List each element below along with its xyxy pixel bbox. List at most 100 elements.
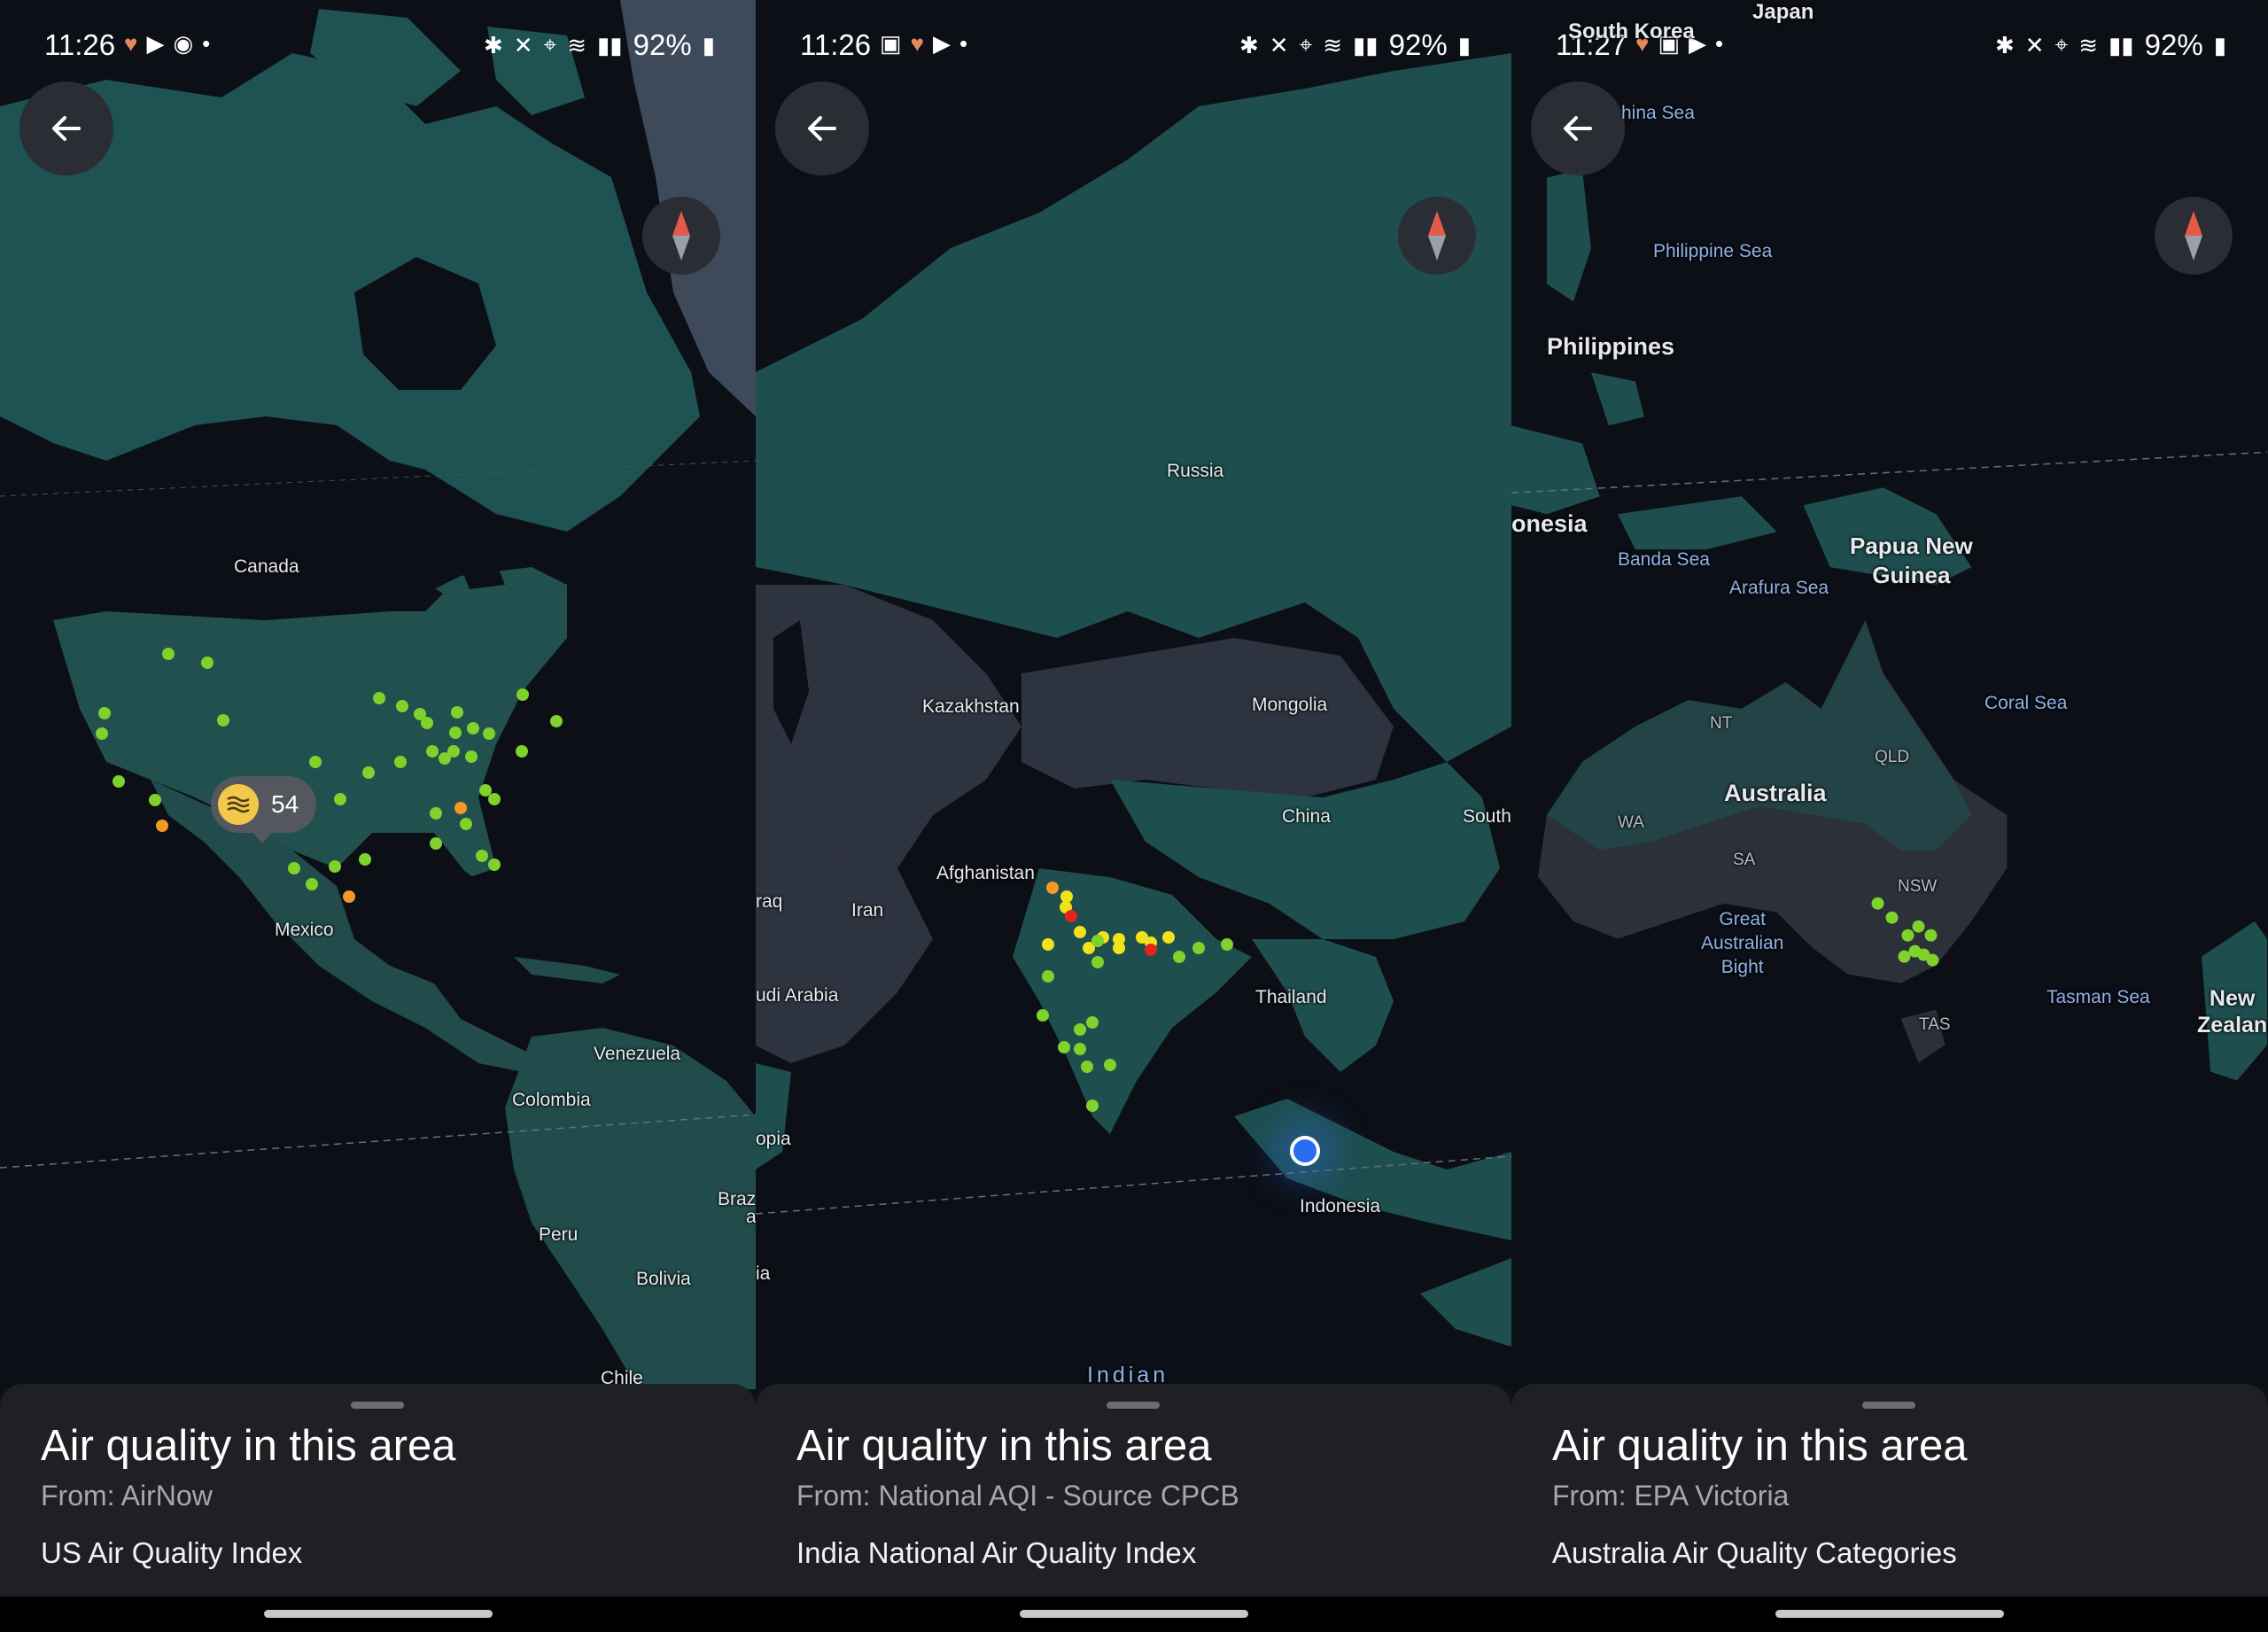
- home-indicator[interactable]: [1020, 1610, 1248, 1618]
- map-label-indonesia: Indonesia: [1300, 1196, 1381, 1216]
- index-name[interactable]: Australia Air Quality Categories: [1552, 1536, 1957, 1570]
- map-label-south: South: [1463, 806, 1511, 827]
- bottom-sheet[interactable]: Air quality in this area From: AirNow US…: [0, 1384, 756, 1597]
- map-label-nsw: NSW: [1898, 877, 1938, 896]
- map-label-south-korea: South Korea: [1568, 19, 1695, 43]
- drag-handle[interactable]: [1862, 1402, 1915, 1409]
- back-button[interactable]: [19, 82, 113, 175]
- map-label-new-zealand: New Zealan: [2197, 986, 2268, 1037]
- aqi-value: 54: [271, 790, 299, 818]
- map-label-indonesia: onesia: [1511, 510, 1588, 537]
- back-button[interactable]: [1531, 82, 1625, 175]
- bluetooth-icon: ✱: [483, 31, 503, 58]
- arrow-left-icon: [52, 116, 81, 141]
- map-label-china-sea: hina Sea: [1621, 103, 1695, 123]
- map-label-bolivia: Bolivia: [636, 1269, 691, 1289]
- battery-icon: ▮: [2213, 31, 2226, 58]
- location-icon: ⌖: [1299, 31, 1313, 58]
- map-label-kazakhstan: Kazakhstan: [922, 696, 1020, 717]
- battery-icon: ▮: [702, 31, 715, 58]
- dot-icon: •: [202, 30, 211, 57]
- map-label-philippines: Philippines: [1547, 333, 1675, 360]
- map-label-china: China: [1282, 806, 1331, 827]
- gesture-nav-bar: [0, 1597, 756, 1632]
- map-label-peru: Peru: [539, 1224, 579, 1245]
- sheet-title: Air quality in this area: [41, 1422, 456, 1470]
- map-label-saudi-arabia: udi Arabia: [756, 985, 839, 1006]
- map-label-nt: NT: [1710, 714, 1733, 733]
- home-indicator[interactable]: [264, 1610, 493, 1618]
- image-icon: ▣: [880, 30, 902, 57]
- map-label-qld: QLD: [1875, 748, 1910, 766]
- wifi-icon: ≋: [1323, 31, 1342, 58]
- wifi-icon: ≋: [567, 31, 586, 58]
- map-canvas[interactable]: [1511, 0, 2267, 1389]
- bottom-sheet[interactable]: Air quality in this area From: EPA Victo…: [1511, 1384, 2268, 1597]
- compass-button[interactable]: [642, 197, 720, 275]
- battery-level: 92%: [2144, 28, 2203, 61]
- map-label-mexico: Mexico: [275, 920, 334, 940]
- map-label-tas: TAS: [1919, 1015, 1951, 1034]
- map-label-canada: Canada: [234, 556, 299, 577]
- current-location-dot: [1290, 1136, 1320, 1166]
- status-right: ✱ ✕ ⌖ ≋ ▮▮ 92% ▮: [1239, 28, 1471, 62]
- home-indicator[interactable]: [1775, 1610, 2004, 1618]
- compass-button[interactable]: [1398, 197, 1476, 275]
- battery-icon: ▮: [1457, 31, 1471, 58]
- status-right: ✱ ✕ ⌖ ≋ ▮▮ 92% ▮: [1995, 28, 2226, 62]
- back-button[interactable]: [775, 82, 869, 175]
- gesture-nav-bar: [756, 1597, 1511, 1632]
- bottom-sheet[interactable]: Air quality in this area From: National …: [756, 1384, 1511, 1597]
- map-label-banda-sea: Banda Sea: [1618, 549, 1710, 570]
- compass-icon: [2185, 211, 2202, 260]
- map-label-japan: Japan: [1752, 0, 1814, 24]
- status-time: 11:26: [44, 28, 116, 61]
- index-name[interactable]: India National Air Quality Index: [796, 1536, 1196, 1570]
- map-panel-asia[interactable]: 11:26 ▣ ♥ ▶ • ✱ ✕ ⌖ ≋ ▮▮ 92% ▮ Russia Ka…: [756, 0, 1511, 1632]
- map-canvas[interactable]: [0, 0, 756, 1389]
- status-bar: 11:26 ▣ ♥ ▶ • ✱ ✕ ⌖ ≋ ▮▮ 92% ▮: [756, 25, 1511, 64]
- map-label-wa: WA: [1618, 813, 1644, 832]
- heart-icon: ♥: [910, 30, 925, 57]
- arrow-left-icon: [1564, 116, 1592, 141]
- map-label-opia: opia: [756, 1129, 791, 1149]
- status-time: 11:26: [800, 28, 872, 61]
- compass-icon: [672, 211, 690, 260]
- map-label-tasman-sea: Tasman Sea: [2047, 987, 2150, 1007]
- location-icon: ⌖: [543, 31, 557, 58]
- map-label-ia: ia: [756, 1263, 771, 1284]
- wifi-icon: ≋: [2078, 31, 2098, 58]
- mute-icon: ✕: [2024, 31, 2045, 58]
- index-name[interactable]: US Air Quality Index: [41, 1536, 302, 1570]
- bluetooth-icon: ✱: [1994, 31, 2015, 58]
- compass-button[interactable]: [2155, 197, 2233, 275]
- heart-icon: ♥: [124, 30, 138, 57]
- notification-icons: ♥ ▶ ◉ •: [124, 30, 210, 58]
- map-label-coral-sea: Coral Sea: [1984, 693, 2068, 713]
- map-label-mongolia: Mongolia: [1252, 695, 1328, 715]
- map-label-great-australian-bight: Great Australian Bight: [1701, 909, 1784, 977]
- dot-icon: •: [959, 30, 968, 57]
- map-label-thailand: Thailand: [1255, 987, 1327, 1007]
- map-label-iran: Iran: [851, 900, 884, 921]
- sheet-title: Air quality in this area: [796, 1422, 1212, 1470]
- screenshot-collage: 11:26 ♥ ▶ ◉ • ✱ ✕ ⌖ ≋ ▮▮ 92% ▮ Canada Me…: [0, 0, 2268, 1632]
- map-canvas[interactable]: [756, 0, 1511, 1389]
- map-panel-australia[interactable]: 11:27 ♥ ▣ ▶ • ✱ ✕ ⌖ ≋ ▮▮ 92% ▮ South Kor…: [1511, 0, 2268, 1632]
- map-label-a: a: [746, 1207, 756, 1227]
- map-label-arafura-sea: Arafura Sea: [1729, 578, 1829, 598]
- drag-handle[interactable]: [1107, 1402, 1160, 1409]
- battery-level: 92%: [633, 28, 692, 61]
- map-label-australia: Australia: [1724, 780, 1827, 806]
- map-label-afghanistan: Afghanistan: [936, 863, 1035, 883]
- notification-icons: ▣ ♥ ▶ •: [880, 30, 967, 58]
- youtube-icon: ▶: [933, 30, 951, 57]
- sheet-source: From: EPA Victoria: [1552, 1480, 1790, 1512]
- map-label-sa: SA: [1733, 851, 1756, 869]
- map-label-papua-new-guinea: Papua New Guinea: [1850, 532, 1973, 588]
- aqi-marker[interactable]: 54: [211, 776, 317, 843]
- messenger-icon: ◉: [173, 30, 194, 57]
- drag-handle[interactable]: [351, 1402, 404, 1409]
- signal-icon: ▮▮: [1353, 31, 1379, 58]
- map-panel-north-america[interactable]: 11:26 ♥ ▶ ◉ • ✱ ✕ ⌖ ≋ ▮▮ 92% ▮ Canada Me…: [0, 0, 756, 1632]
